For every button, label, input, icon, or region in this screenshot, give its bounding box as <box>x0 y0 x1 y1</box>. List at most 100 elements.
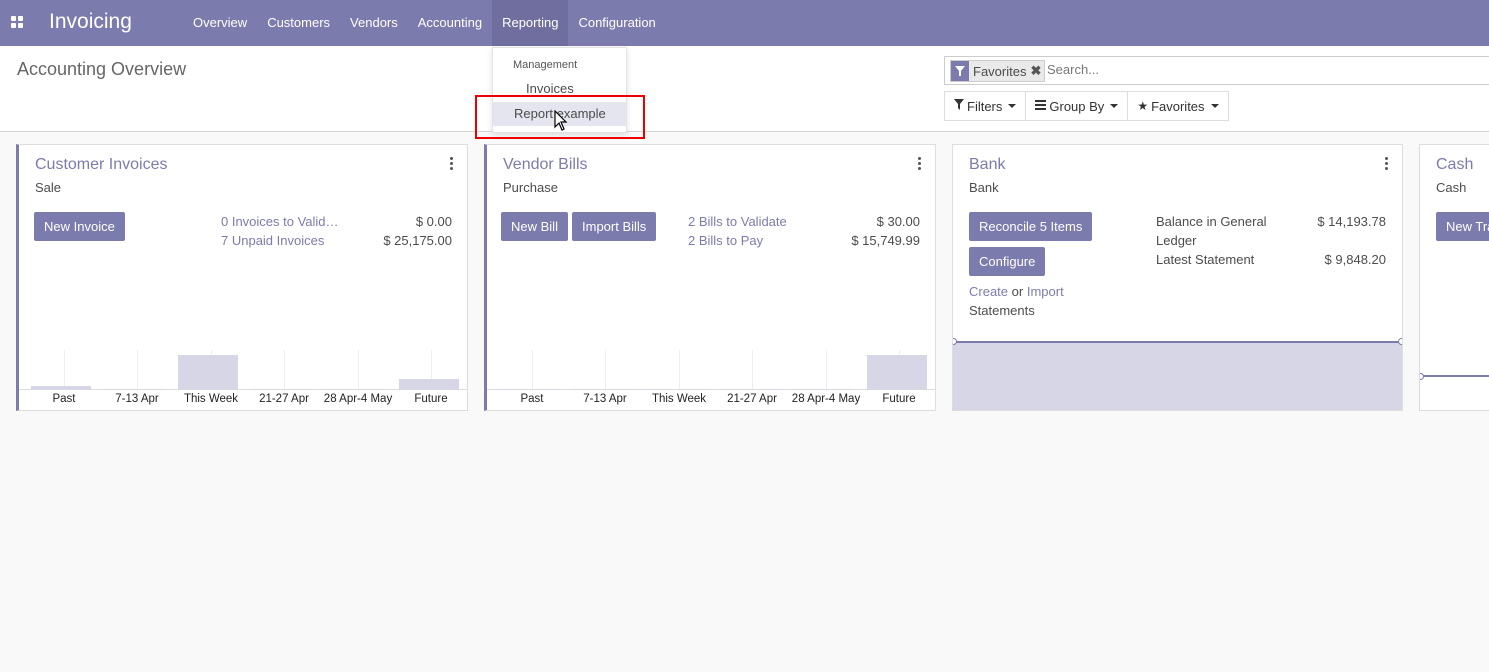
invoices-bar-chart[interactable]: Past 7-13 Apr This Week 21-27 Apr 28 Apr-4 M… <box>19 350 467 410</box>
graph-label: Future <box>414 393 448 405</box>
search-bar[interactable]: Favorites ✖ <box>944 56 1489 85</box>
bank-balance-graph[interactable] <box>953 341 1402 410</box>
graph-point <box>1420 373 1424 380</box>
mouse-cursor-icon <box>554 109 568 135</box>
graph-bar[interactable] <box>105 389 165 390</box>
caret-down-icon <box>1008 104 1017 108</box>
filters-button[interactable]: Filters <box>944 91 1027 121</box>
graph-label: 21-27 Apr <box>727 393 777 405</box>
new-bill-button[interactable]: New Bill <box>501 212 568 241</box>
filters-label: Filters <box>967 98 1003 114</box>
latest-statement-label: Latest Statement <box>1156 252 1255 267</box>
balance-label-cont: Ledger <box>1156 233 1197 248</box>
menu-reporting[interactable]: Reporting <box>492 0 569 46</box>
menu-accounting[interactable]: Accounting <box>408 0 492 46</box>
caret-down-icon <box>1210 104 1219 108</box>
graph-gridline <box>284 350 285 390</box>
app-brand[interactable]: Invoicing <box>49 10 132 34</box>
import-link[interactable]: Import <box>1027 284 1064 299</box>
graph-label: 7-13 Apr <box>115 393 159 405</box>
stat-value: $ 0.00 <box>415 214 452 229</box>
menu-overview[interactable]: Overview <box>183 0 257 46</box>
graph-gridline <box>532 350 533 390</box>
graph-bar[interactable] <box>252 389 312 390</box>
card-title[interactable]: Vendor Bills <box>503 156 588 174</box>
graph-bar[interactable] <box>867 355 927 390</box>
menu-customers[interactable]: Customers <box>257 0 340 46</box>
kebab-menu-icon[interactable] <box>450 157 453 172</box>
card-title[interactable]: Bank <box>969 156 1005 174</box>
graph-bar[interactable] <box>499 389 559 390</box>
balance-value: $ 14,193.78 <box>1317 214 1386 229</box>
stat-link[interactable]: 0 Invoices to Valid… <box>221 214 339 229</box>
star-icon: ★ <box>1137 99 1149 113</box>
kebab-menu-icon[interactable] <box>1385 157 1388 172</box>
graph-bar[interactable] <box>793 389 853 390</box>
graph-gridline <box>752 350 753 390</box>
create-import-line: Create or Import <box>969 284 1064 299</box>
graph-bar[interactable] <box>573 389 633 390</box>
dropdown-header: Management <box>513 59 578 71</box>
customer-invoices-card: Customer Invoices Sale New Invoice 0 Inv… <box>16 144 468 411</box>
graph-bar[interactable] <box>325 389 385 390</box>
vendor-bills-card: Vendor Bills Purchase New Bill Import Bi… <box>484 144 936 411</box>
stat-link[interactable]: 2 Bills to Pay <box>688 233 763 248</box>
graph-bar[interactable] <box>178 355 238 390</box>
group-by-button[interactable]: Group By <box>1025 91 1129 121</box>
facet-label: Favorites <box>973 63 1027 79</box>
graph-label: 28 Apr-4 May <box>323 393 393 405</box>
favorites-button[interactable]: ★ Favorites <box>1127 91 1229 121</box>
menu-vendors[interactable]: Vendors <box>340 0 408 46</box>
search-options: Filters Group By ★ Favorites <box>944 91 1229 121</box>
card-subtitle: Sale <box>35 180 62 195</box>
create-link[interactable]: Create <box>969 284 1008 299</box>
new-transaction-button[interactable]: New Transaction <box>1436 212 1489 241</box>
graph-bar[interactable] <box>720 389 780 390</box>
balance-label: Balance in General <box>1156 214 1267 229</box>
control-panel: Accounting Overview Favorites ✖ Filters … <box>0 46 1489 132</box>
graph-gridline <box>358 350 359 390</box>
cash-graph-line <box>1420 375 1489 377</box>
graph-gridline <box>679 350 680 390</box>
search-facet: Favorites ✖ <box>950 60 1046 82</box>
graph-gridline <box>64 350 65 390</box>
apps-grid-icon[interactable] <box>11 16 23 28</box>
graph-label: 7-13 Apr <box>583 393 627 405</box>
main-menu: Overview Customers Vendors Accounting Re… <box>183 0 666 46</box>
filter-icon <box>951 61 969 81</box>
graph-label: This Week <box>651 393 707 405</box>
card-title[interactable]: Cash <box>1436 156 1473 174</box>
top-navbar: Invoicing Overview Customers Vendors Acc… <box>0 0 1489 46</box>
card-subtitle: Purchase <box>503 180 558 195</box>
reconcile-button[interactable]: Reconcile 5 Items <box>969 212 1093 241</box>
menu-configuration[interactable]: Configuration <box>568 0 665 46</box>
favorites-label: Favorites <box>1151 98 1205 114</box>
stat-link[interactable]: 7 Unpaid Invoices <box>221 233 324 248</box>
card-subtitle: Cash <box>1436 180 1467 195</box>
kebab-menu-icon[interactable] <box>918 157 921 172</box>
search-input[interactable] <box>1045 61 1469 78</box>
configure-button[interactable]: Configure <box>969 247 1046 276</box>
remove-facet-icon[interactable]: ✖ <box>1030 63 1044 79</box>
card-subtitle: Bank <box>969 180 999 195</box>
graph-bar[interactable] <box>646 389 706 390</box>
list-icon <box>1035 99 1047 113</box>
graph-label: 28 Apr-4 May <box>791 393 861 405</box>
card-title[interactable]: Customer Invoices <box>35 156 168 174</box>
filter-icon <box>954 99 964 113</box>
graph-label: This Week <box>183 393 239 405</box>
bills-bar-chart[interactable]: Past 7-13 Apr This Week 21-27 Apr 28 Apr-4 M… <box>487 350 935 410</box>
graph-label: Past <box>520 393 544 405</box>
graph-point <box>1398 338 1402 345</box>
graph-gridline <box>826 350 827 390</box>
graph-bar[interactable] <box>399 379 459 390</box>
graph-label: 21-27 Apr <box>259 393 309 405</box>
page-title: Accounting Overview <box>17 59 187 79</box>
graph-bar[interactable] <box>31 386 91 390</box>
new-invoice-button[interactable]: New Invoice <box>34 212 125 241</box>
bank-card: Bank Bank Reconcile 5 Items Configure Cr… <box>952 144 1403 411</box>
statements-text: Statements <box>969 303 1035 318</box>
stat-link[interactable]: 2 Bills to Validate <box>688 214 787 229</box>
stat-value: $ 25,175.00 <box>383 233 452 248</box>
import-bills-button[interactable]: Import Bills <box>572 212 657 241</box>
